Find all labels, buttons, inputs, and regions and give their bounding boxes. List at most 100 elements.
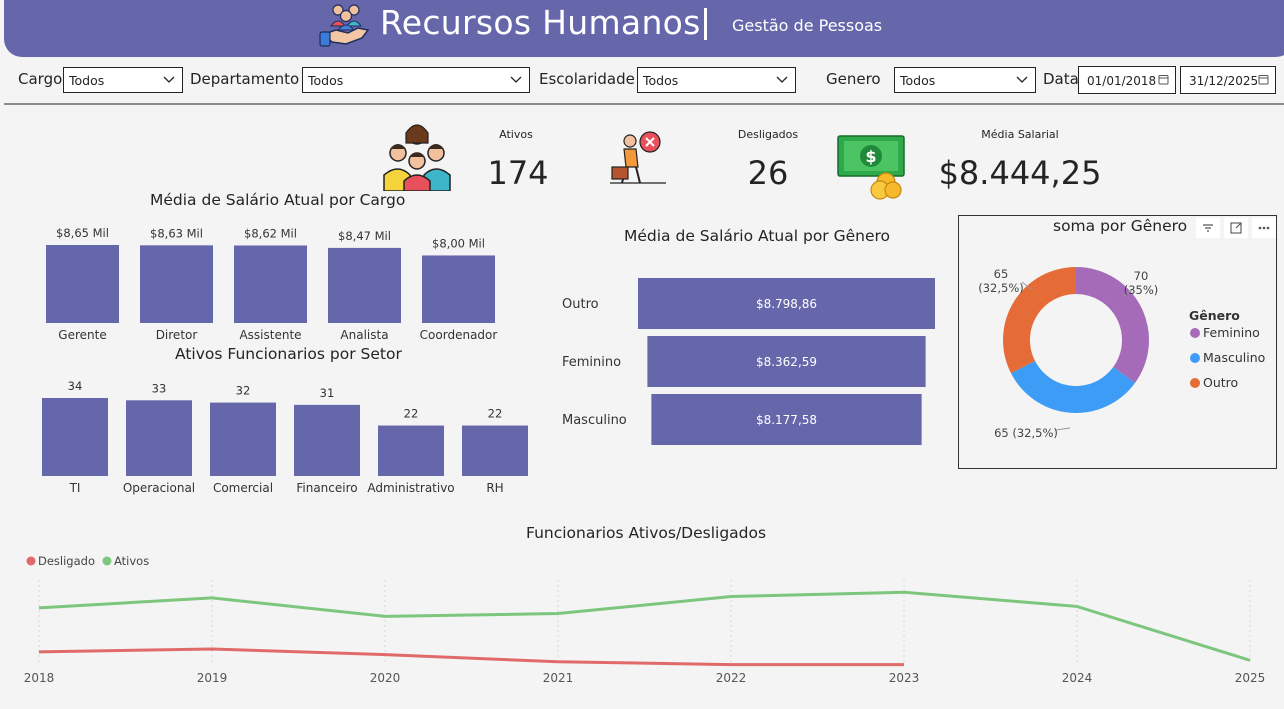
- x-axis-tick-label: 2019: [197, 671, 228, 685]
- end-date-input[interactable]: 31/12/2025: [1180, 66, 1276, 94]
- legend-marker: [102, 556, 112, 566]
- end-date-value: 31/12/2025: [1189, 74, 1259, 88]
- cargo-dropdown[interactable]: Todos: [63, 67, 183, 93]
- cargo-filter-label: Cargo: [18, 70, 63, 88]
- legend-marker: [1190, 378, 1200, 388]
- bar-financeiro[interactable]: [294, 404, 360, 476]
- ativos-desligados-title: Funcionarios Ativos/Desligados: [526, 524, 767, 542]
- filter-icon[interactable]: [1196, 218, 1220, 238]
- soma-genero-donut: 70(35%) 65 (32,5%) 65(32,5%) Gênero Feminino…: [978, 267, 1265, 440]
- leader-line: [1055, 427, 1071, 431]
- category-label: Diretor: [156, 328, 198, 342]
- salario-genero-title: Média de Salário Atual por Gênero: [624, 227, 891, 245]
- category-label: Operacional: [123, 481, 195, 495]
- bar-value-label: 32: [236, 384, 251, 398]
- slice-data-label: 65: [994, 267, 1009, 281]
- salario-genero-chart: $8.798,86 Outro $8.362,59 Feminino $8.177,58…: [562, 278, 935, 445]
- genero-dropdown[interactable]: Todos: [894, 67, 1036, 93]
- bar-comercial[interactable]: [210, 402, 276, 476]
- ativos-kpi-label: Ativos: [499, 128, 533, 141]
- bar-value-label: $8,63 Mil: [150, 226, 203, 240]
- bar-value-label: $8,65 Mil: [56, 226, 109, 240]
- legend-item[interactable]: Desligado: [38, 554, 95, 568]
- header-separator: [704, 8, 707, 40]
- bar-value-label: 22: [404, 407, 419, 421]
- category-label: Gerente: [58, 328, 106, 342]
- bar-coordenador[interactable]: [422, 255, 495, 323]
- x-axis-tick-label: 2018: [24, 671, 55, 685]
- bar-rh[interactable]: [462, 425, 528, 476]
- series-line-desligado[interactable]: [38, 647, 904, 667]
- ativos-setor-chart: 34 TI 33 Operacional 32 Comercial 31 Financeiro…: [42, 379, 528, 495]
- chevron-down-icon: [776, 76, 788, 83]
- bar-administrativo[interactable]: [378, 425, 444, 476]
- cargo-dropdown-value: Todos: [69, 73, 105, 88]
- desligados-kpi-label: Desligados: [737, 128, 799, 141]
- category-label: TI: [69, 481, 81, 495]
- x-axis-tick-label: 2020: [370, 671, 401, 685]
- data-filter-label: Data: [1043, 70, 1079, 88]
- legend-item[interactable]: Ativos: [114, 554, 149, 568]
- bar-value-label: $8.798,86: [756, 297, 817, 311]
- x-axis-tick-label: 2021: [543, 671, 574, 685]
- bar-value-label: 22: [488, 407, 503, 421]
- visual-header-toolbar: [1196, 218, 1276, 238]
- departamento-dropdown-value: Todos: [308, 73, 344, 88]
- category-label: Analista: [340, 328, 388, 342]
- legend-marker: [26, 556, 36, 566]
- bar-analista[interactable]: [328, 247, 401, 323]
- calendar-icon[interactable]: [1158, 74, 1169, 85]
- escolaridade-filter-label: Escolaridade: [539, 70, 635, 88]
- svg-text:$: $: [865, 147, 876, 166]
- dashboard-subtitle: Gestão de Pessoas: [732, 16, 883, 35]
- focus-mode-icon[interactable]: [1224, 218, 1248, 238]
- bar-value-label: 33: [152, 381, 167, 395]
- legend-item[interactable]: Feminino: [1203, 325, 1260, 340]
- category-label: RH: [486, 481, 503, 495]
- category-label: Coordenador: [420, 328, 498, 342]
- x-axis-tick-label: 2024: [1062, 671, 1093, 685]
- desligados-kpi-value: 26: [747, 154, 789, 192]
- bar-diretor[interactable]: [140, 245, 213, 323]
- genero-filter-label: Genero: [826, 70, 881, 88]
- category-label: Assistente: [239, 328, 301, 342]
- bar-gerente[interactable]: [46, 245, 119, 323]
- soma-genero-title: soma por Gênero: [1053, 217, 1188, 235]
- category-label: Comercial: [213, 481, 273, 495]
- category-label: Administrativo: [367, 481, 454, 495]
- slice-data-label: (35%): [1124, 283, 1159, 297]
- media-salarial-kpi-value: $8.444,25: [938, 154, 1102, 192]
- ativos-desligados-chart: 2018 2019 2020 2021 2022 2023 2024 2025 Desligad…: [24, 554, 1266, 685]
- slice-data-label: 70: [1134, 269, 1149, 283]
- legend-marker: [1190, 328, 1200, 338]
- ativos-setor-title: Ativos Funcionarios por Setor: [175, 345, 402, 363]
- chevron-down-icon: [163, 76, 175, 83]
- category-label: Masculino: [562, 413, 627, 428]
- slice-data-label: (32,5%): [978, 281, 1024, 295]
- dashboard-title: Recursos Humanos: [380, 3, 701, 42]
- x-axis-tick-label: 2023: [889, 671, 920, 685]
- chevron-down-icon: [510, 76, 522, 83]
- category-label: Outro: [562, 297, 599, 312]
- start-date-value: 01/01/2018: [1087, 74, 1157, 88]
- bar-value-label: $8.362,59: [756, 355, 817, 369]
- bar-value-label: $8,00 Mil: [432, 236, 485, 250]
- bar-value-label: 31: [320, 386, 335, 400]
- calendar-icon[interactable]: [1258, 74, 1269, 85]
- start-date-input[interactable]: 01/01/2018: [1078, 66, 1176, 94]
- more-options-icon[interactable]: [1252, 218, 1276, 238]
- filter-divider: [4, 103, 1284, 105]
- bar-assistente[interactable]: [234, 245, 307, 323]
- legend-title: Gênero: [1189, 308, 1240, 323]
- escolaridade-dropdown-value: Todos: [643, 73, 679, 88]
- legend-item[interactable]: Outro: [1203, 375, 1238, 390]
- dismissed-worker-icon: [610, 131, 666, 184]
- bar-ti[interactable]: [42, 398, 108, 476]
- departamento-dropdown[interactable]: Todos: [302, 67, 530, 93]
- bar-operacional[interactable]: [126, 400, 192, 476]
- escolaridade-dropdown[interactable]: Todos: [637, 67, 796, 93]
- ativos-kpi-value: 174: [487, 154, 549, 192]
- legend-item[interactable]: Masculino: [1203, 350, 1265, 365]
- salario-cargo-title: Média de Salário Atual por Cargo: [150, 191, 406, 209]
- category-label: Feminino: [562, 355, 621, 370]
